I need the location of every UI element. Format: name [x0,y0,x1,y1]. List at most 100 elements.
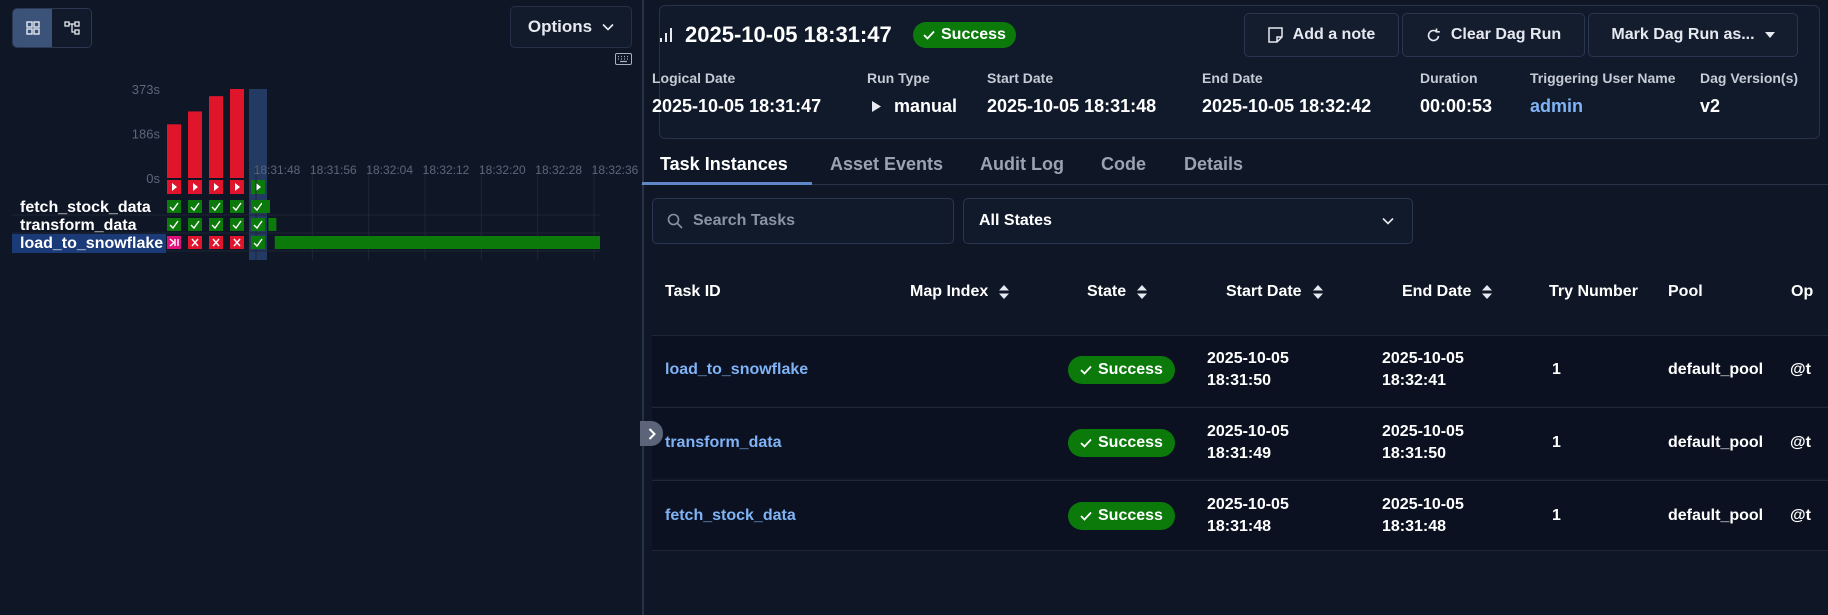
panel-divider[interactable] [642,0,644,615]
options-label: Options [527,17,593,36]
task-name-label[interactable]: fetch_stock_data [20,198,151,217]
gantt-bar[interactable] [268,218,277,231]
task-id-link[interactable]: load_to_snowflake [665,361,808,379]
pool-cell: default_pool [1668,361,1764,378]
run-duration-bar[interactable] [209,96,223,178]
tab-audit-log[interactable]: Audit Log [980,154,1064,175]
column-header-pool[interactable]: Pool [1668,283,1703,301]
column-header-label: Map Index [910,283,989,300]
search-tasks-input[interactable] [693,212,933,230]
task-name-label[interactable]: load_to_snowflake [12,234,166,253]
time-tick-label: 18:32:36 [592,163,639,177]
end-date-label: End Date [1202,70,1263,86]
end-date-cell: 2025-10-05 18:32:41 [1382,348,1464,392]
duration-label: Duration [1420,70,1478,86]
column-header-task-id[interactable]: Task ID [665,283,721,301]
end-date-cell: 2025-10-05 18:31:50 [1382,421,1464,465]
column-header-label: Pool [1668,283,1703,300]
try-number-cell: 1 [1552,434,1561,451]
add-note-button[interactable]: Add a note [1244,13,1399,57]
try-number-cell: 1 [1552,361,1561,378]
active-tab-indicator [642,182,812,185]
task-id-link[interactable]: fetch_stock_data [665,507,796,525]
view-toggle [12,8,92,48]
task-name-label[interactable]: transform_data [20,216,136,235]
time-tick-label: 18:32:28 [535,163,582,177]
tab-code[interactable]: Code [1101,154,1146,175]
chevron-down-icon [602,23,614,31]
task-instance-cell[interactable] [167,218,181,231]
task-instance-cell[interactable] [251,236,265,249]
column-header-operator[interactable]: Op [1791,283,1813,301]
grid-view-icon [25,21,40,35]
task-instance-cell[interactable] [209,218,223,231]
options-button[interactable]: Options [510,6,632,48]
sort-icon [1137,285,1148,299]
column-header-start-date[interactable]: Start Date [1226,283,1324,301]
column-header-try-number[interactable]: Try Number [1549,283,1638,301]
run-duration-bar[interactable] [230,89,244,178]
column-header-state[interactable]: State [1087,283,1148,301]
task-instance-cell[interactable] [188,218,202,231]
mark-dag-run-button[interactable]: Mark Dag Run as... [1588,13,1798,57]
gantt-bar[interactable] [274,236,600,249]
check-icon [1080,438,1092,448]
start-date-day: 2025-10-05 [1207,350,1289,367]
operator-cell: @t [1790,507,1811,524]
run-duration-bar[interactable] [188,111,202,178]
chevron-down-icon [1382,217,1394,225]
duration-axis-label: 186s [132,127,161,142]
caret-down-icon [1764,32,1775,38]
column-header-label: Op [1791,283,1814,300]
check-icon [923,30,935,40]
graph-view-button[interactable] [52,9,91,47]
operator-cell: @t [1790,361,1811,378]
end-date-day: 2025-10-05 [1382,423,1464,440]
time-tick-label: 18:31:56 [310,163,357,177]
end-date-day: 2025-10-05 [1382,350,1464,367]
play-icon [872,101,881,112]
clear-dag-run-label: Clear Dag Run [1450,26,1562,43]
tab-details[interactable]: Details [1184,154,1243,175]
triggering-user-link[interactable]: admin [1530,96,1583,117]
duration-value: 00:00:53 [1420,96,1493,116]
task-instance-cell[interactable] [209,200,223,213]
graph-view-icon [63,21,80,35]
grid-view-button[interactable] [13,9,52,47]
note-icon [1267,27,1283,43]
search-tasks-field[interactable] [652,198,954,244]
dag-version-label: Dag Version(s) [1700,70,1799,86]
gantt-bar[interactable] [262,200,270,213]
time-tick-label: 18:32:04 [366,163,413,177]
expand-panel-button[interactable] [640,421,663,446]
task-instance-cell[interactable] [188,200,202,213]
tab-task-instances[interactable]: Task Instances [660,154,788,175]
check-icon [1080,365,1092,375]
task-instance-cell[interactable] [251,218,265,231]
column-header-label: Try Number [1549,283,1638,300]
dag-grid-panel: Options 373s 186s 0s 18:31:48 18:31:56 18:32:… [0,0,642,615]
column-header-end-date[interactable]: End Date [1402,283,1493,301]
pool-cell: default_pool [1668,434,1764,451]
start-date-time: 18:31:48 [1207,518,1272,535]
state-text: Success [1098,507,1163,524]
state-badge: Success [1068,356,1175,384]
task-instance-cell[interactable] [230,200,244,213]
logical-date-label: Logical Date [652,70,736,86]
column-header-map-index[interactable]: Map Index [910,283,1010,301]
start-date-cell: 2025-10-05 18:31:49 [1207,421,1289,465]
state-filter-select[interactable]: All States [963,198,1413,244]
task-instance-cell[interactable] [167,200,181,213]
add-note-label: Add a note [1292,26,1376,43]
run-duration-bar[interactable] [167,124,181,178]
tab-asset-events[interactable]: Asset Events [830,154,943,175]
task-id-link[interactable]: transform_data [665,434,781,452]
page-title: 2025-10-05 18:31:47 [685,22,892,47]
clear-dag-run-button[interactable]: Clear Dag Run [1402,13,1585,57]
state-filter-value: All States [979,212,1052,229]
start-date-time: 18:31:50 [1207,372,1272,389]
duration-axis-label: 373s [132,82,161,97]
task-instance-cell[interactable] [230,218,244,231]
end-date-time: 18:31:48 [1382,518,1447,535]
status-text: Success [941,26,1006,43]
